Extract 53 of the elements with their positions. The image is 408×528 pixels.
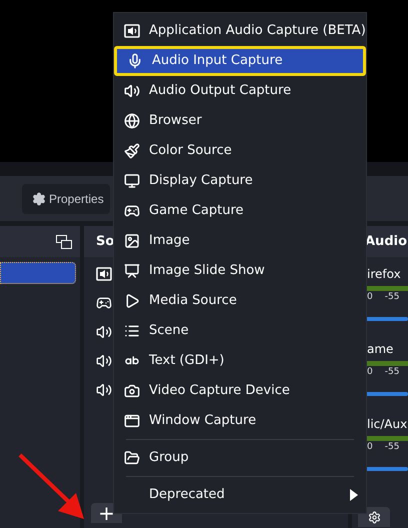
speaker-window-icon	[124, 23, 140, 39]
menu-item[interactable]: Scene	[114, 316, 366, 346]
panel-title: Audio	[365, 232, 408, 251]
settings-button[interactable]	[358, 507, 390, 527]
settings-icon	[32, 192, 46, 206]
projector-icon	[124, 263, 140, 279]
menu-item[interactable]: Media Source	[114, 286, 366, 316]
speaker-icon	[96, 353, 112, 369]
image-icon	[124, 233, 140, 249]
panel-title: So	[96, 232, 114, 251]
gamepad-icon	[124, 203, 140, 219]
settings-icon	[368, 510, 380, 524]
speaker-icon	[96, 382, 112, 398]
folder-icon	[124, 450, 140, 466]
meter-scale-label: 0	[367, 441, 373, 454]
channel-name: ame	[367, 341, 394, 358]
pointer-arrow	[18, 453, 86, 521]
channel-name: lic/Aux	[367, 416, 408, 433]
channel-name: irefox	[367, 266, 402, 283]
menu-item[interactable]: Image	[114, 226, 366, 256]
windows-icon	[56, 234, 72, 248]
meter-scale-label: -55	[384, 291, 400, 304]
submenu-arrow-icon	[350, 489, 358, 501]
menu-item[interactable]: Audio Output Capture	[114, 76, 366, 106]
play-icon	[124, 293, 140, 309]
menu-item[interactable]: Display Capture	[114, 166, 366, 196]
brush-icon	[124, 143, 140, 159]
menu-item[interactable]: Browser	[114, 106, 366, 136]
properties-button[interactable]: Properties	[22, 184, 110, 214]
globe-icon	[124, 113, 140, 129]
microphone-icon	[127, 53, 143, 69]
monitor-icon	[124, 173, 140, 189]
menu-item[interactable]: Application Audio Capture (BETA)	[114, 16, 366, 46]
meter-scale-label: -55	[384, 366, 400, 379]
menu-item[interactable]: Game Capture	[114, 196, 366, 226]
window-icon	[124, 413, 140, 429]
menu-item[interactable]: Color Source	[114, 136, 366, 166]
menu-item[interactable]: Audio Input Capture	[114, 46, 366, 76]
menu-item[interactable]: Window Capture	[114, 406, 366, 436]
gamepad-icon	[96, 295, 112, 311]
scene-row[interactable]	[0, 262, 76, 284]
camera-icon	[124, 383, 140, 399]
speaker-icon	[96, 324, 112, 340]
list-icon	[124, 323, 140, 339]
menu-item[interactable]: Video Capture Device	[114, 376, 366, 406]
menu-item[interactable]: Text (GDI+)	[114, 346, 366, 376]
menu-item[interactable]: Image Slide Show	[114, 256, 366, 286]
speaker-icon	[124, 83, 140, 99]
meter-scale-label: 0	[367, 291, 373, 304]
meter-scale-label: -55	[384, 441, 400, 454]
meter-scale-label: 0	[367, 366, 373, 379]
menu-item[interactable]: Group	[114, 443, 366, 473]
speaker-window-icon	[96, 266, 112, 282]
